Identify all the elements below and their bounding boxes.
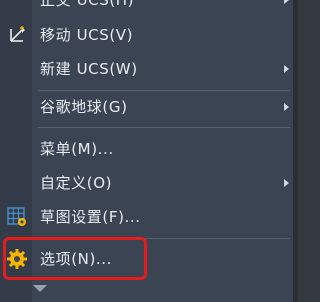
- menu-item-label: 菜单(M)...: [40, 140, 114, 159]
- menu-item-menu[interactable]: 菜单(M)...: [0, 132, 293, 166]
- window-edge: [293, 0, 298, 302]
- menu-item-label: 草图设置(F)...: [40, 208, 141, 227]
- move-ucs-icon: [10, 26, 25, 42]
- submenu-arrow-icon: [284, 103, 289, 111]
- submenu-arrow-icon: [284, 65, 289, 73]
- menu-item-drafting-settings[interactable]: 草图设置(F)...: [0, 200, 293, 234]
- menu-separator: [38, 238, 290, 239]
- menu-item-move-ucs[interactable]: 移动 UCS(V): [0, 18, 293, 52]
- menu-item-customize[interactable]: 自定义(O): [0, 166, 293, 200]
- menu-item-google-earth[interactable]: 谷歌地球(G): [0, 90, 293, 124]
- menu-item-label: 新建 UCS(W): [40, 60, 138, 79]
- menu-item-label: 自定义(O): [40, 174, 113, 193]
- submenu-arrow-icon: [284, 0, 289, 4]
- menu-item-orthographic-ucs[interactable]: 正交 UCS(H): [0, 0, 293, 17]
- menu-item-new-ucs[interactable]: 新建 UCS(W): [0, 52, 293, 86]
- gear-icon: [7, 249, 27, 269]
- menu-item-label: 移动 UCS(V): [40, 26, 134, 45]
- menu-item-label: 正交 UCS(H): [40, 0, 135, 10]
- menu-item-options[interactable]: 选项(N)...: [0, 242, 293, 276]
- chevron-down-icon[interactable]: [33, 285, 47, 292]
- submenu-arrow-icon: [284, 179, 289, 187]
- context-menu: 正交 UCS(H) 移动 UCS(V) 新建 UCS(W) 谷歌地球(G) 菜单…: [0, 0, 293, 302]
- menu-item-label: 谷歌地球(G): [40, 98, 128, 117]
- drafting-settings-icon: [7, 207, 26, 226]
- menu-item-label: 选项(N)...: [40, 250, 113, 269]
- menu-separator: [38, 127, 290, 128]
